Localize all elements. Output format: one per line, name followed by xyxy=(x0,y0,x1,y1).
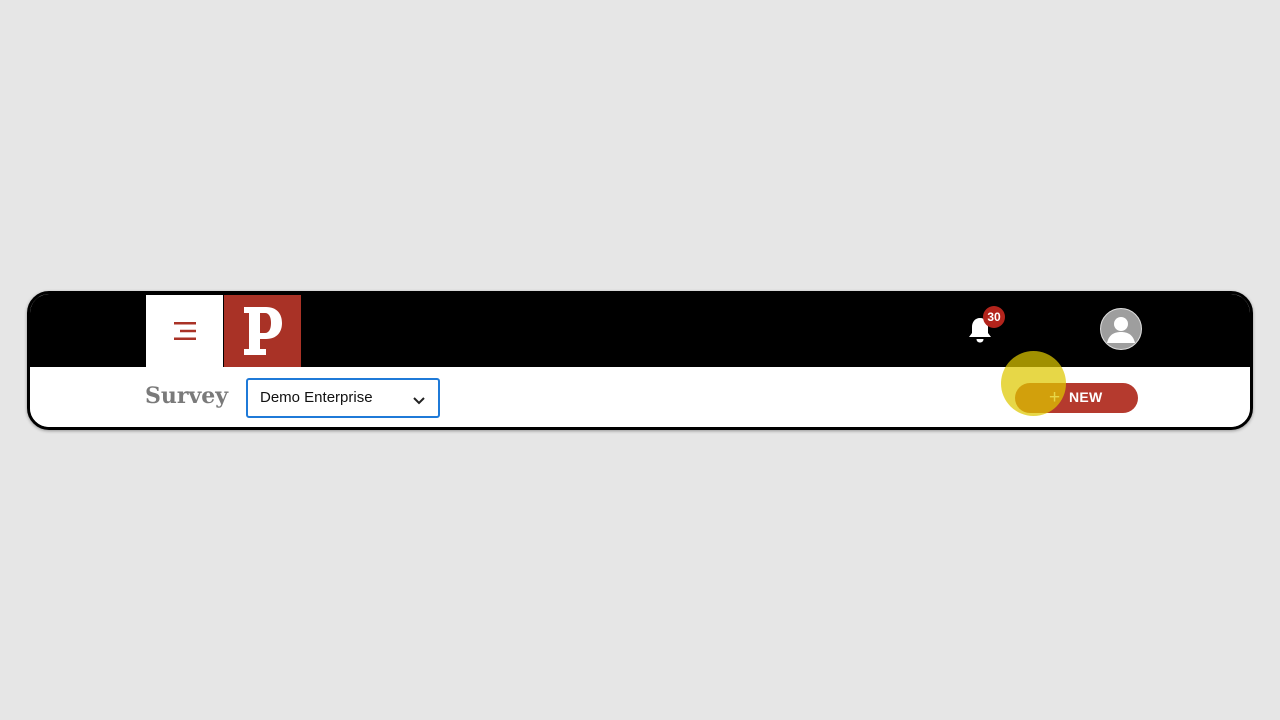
menu-button[interactable] xyxy=(146,295,223,367)
logo-icon xyxy=(243,307,282,355)
notification-count-badge: 30 xyxy=(983,306,1005,328)
chevron-down-icon xyxy=(412,393,426,411)
plus-icon: + xyxy=(1049,387,1061,408)
page-title: Survey xyxy=(145,383,229,409)
top-navigation-bar: 30 xyxy=(30,294,1250,367)
enterprise-select[interactable]: Demo Enterprise xyxy=(246,378,440,418)
user-avatar-icon xyxy=(1101,309,1141,349)
enterprise-select-value: Demo Enterprise xyxy=(260,389,373,406)
new-button-label: NEW xyxy=(1069,389,1103,405)
user-avatar[interactable] xyxy=(1100,308,1142,350)
notifications-button[interactable]: 30 xyxy=(963,306,1005,346)
new-button[interactable]: + NEW xyxy=(1015,383,1138,413)
page-toolbar: Survey Demo Enterprise + NEW xyxy=(30,367,1250,427)
brand-logo[interactable] xyxy=(224,295,301,367)
app-window: 30 Survey Demo Enterprise + NEW xyxy=(27,291,1253,430)
menu-icon xyxy=(172,319,198,343)
